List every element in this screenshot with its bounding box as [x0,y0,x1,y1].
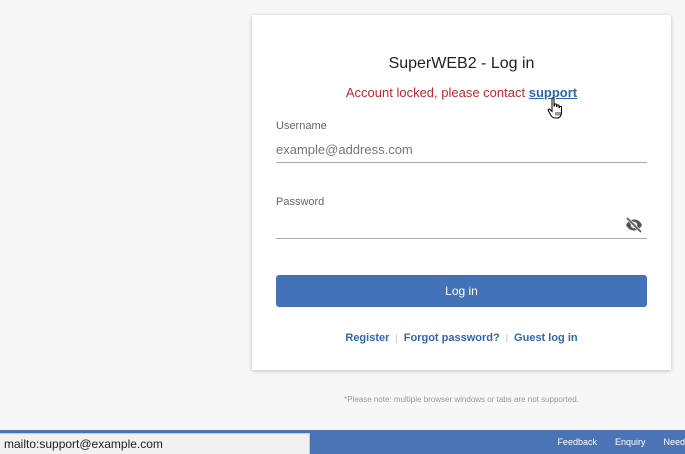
password-label: Password [276,196,325,208]
eye-slash-icon[interactable] [625,217,643,233]
auth-links: Register | Forgot password? | Guest log in [252,332,671,344]
browser-note: *Please note: multiple browser windows o… [344,395,579,404]
need-link[interactable]: Need [663,437,685,447]
password-input[interactable] [276,213,647,239]
footer-links: Feedback Enquiry Need [539,430,685,454]
link-separator: | [395,333,398,343]
link-separator: | [505,333,509,343]
hand-cursor-icon [547,97,562,119]
page-title: SuperWEB2 - Log in [388,55,535,72]
username-input[interactable] [276,137,647,163]
error-message: Account locked, please contact support [252,85,671,100]
login-button[interactable]: Log in [276,275,647,307]
login-card: SuperWEB2 - Log in Account locked, pleas… [252,15,671,370]
browser-status-bar: mailto:support@example.com [0,433,310,454]
forgot-password-link[interactable]: Forgot password? [404,332,500,344]
enquiry-link[interactable]: Enquiry [615,437,646,447]
error-text: Account locked, please contact [345,85,529,100]
username-label: Username [276,120,327,132]
feedback-link[interactable]: Feedback [557,437,597,447]
guest-login-link[interactable]: Guest log in [514,332,578,344]
register-link[interactable]: Register [345,332,389,344]
